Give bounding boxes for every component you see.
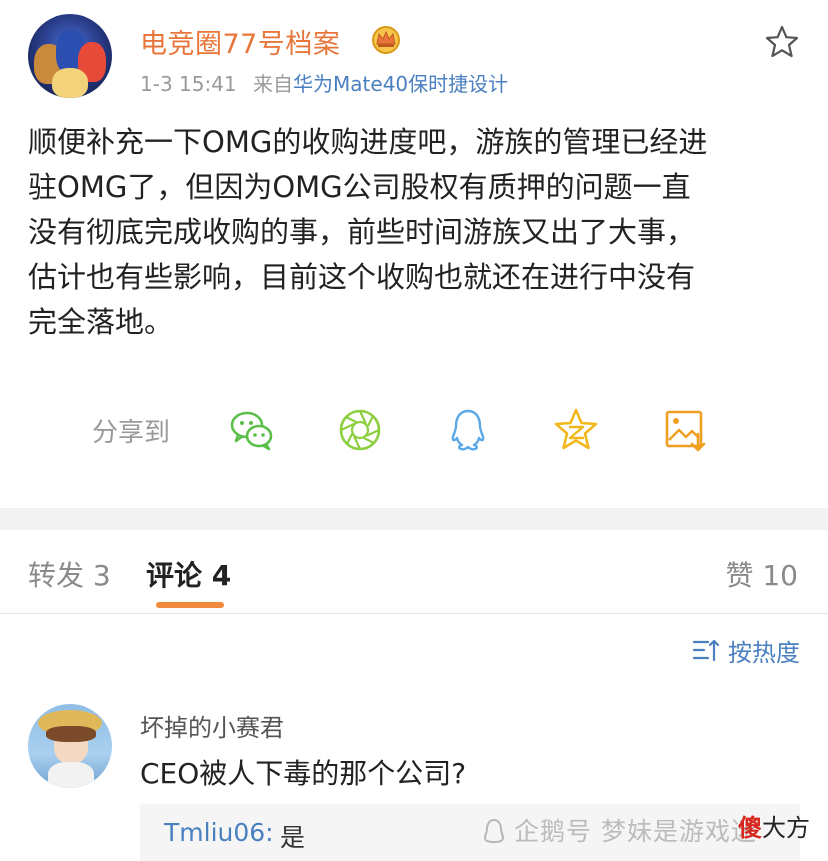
section-divider (0, 508, 828, 530)
corner-logo-black: 大方 (762, 814, 810, 842)
tab-comment[interactable]: 评论 4 (146, 554, 231, 594)
tab-repost[interactable]: 转发 3 (28, 554, 111, 594)
post-header: 电竞圈77号档案 1-3 15:41 来自华为Mate40保时捷设计 (0, 0, 828, 110)
author-avatar[interactable] (28, 14, 112, 98)
post-content-line: 驻OMG了，但因为OMG公司股权有质押的问题一直 (28, 170, 691, 204)
commenter-username[interactable]: 坏掉的小赛君 (140, 708, 284, 743)
sort-label: 按热度 (728, 638, 800, 667)
post-content-line: 顺便补充一下OMG的收购进度吧，游族的管理已经进 (28, 125, 708, 159)
star-favorite-icon[interactable] (764, 24, 800, 60)
sort-icon (692, 639, 720, 662)
save-image-icon[interactable] (662, 406, 710, 454)
penguin-icon (483, 818, 505, 844)
tab-like[interactable]: 赞 10 (725, 554, 798, 594)
corner-logo: 傻大方 (738, 808, 810, 843)
moments-icon[interactable] (336, 406, 384, 454)
post-content-line: 估计也有些影响，目前这个收购也就还在进行中没有 (28, 260, 696, 294)
watermark: 企鹅号 梦妹是游戏迷 (480, 812, 757, 848)
author-username[interactable]: 电竞圈77号档案 (140, 22, 340, 61)
reply-text: 是 (280, 823, 306, 852)
post-time: 1-3 15:41 (140, 72, 237, 96)
interaction-tabs: 转发 3 评论 4 赞 10 (0, 530, 828, 614)
corner-logo-red: 傻 (738, 814, 762, 842)
active-tab-indicator (156, 602, 224, 608)
qq-icon[interactable] (444, 406, 492, 454)
commenter-avatar[interactable] (28, 704, 112, 788)
comment-text: CEO被人下毒的那个公司? (140, 757, 467, 790)
qzone-icon[interactable] (552, 406, 600, 454)
post-content-line: 完全落地。 (28, 305, 174, 339)
post-source[interactable]: 华为Mate40保时捷设计 (293, 72, 508, 96)
watermark-text: 企鹅号 梦妹是游戏迷 (514, 817, 757, 846)
share-row: 分享到 (0, 398, 828, 462)
reply-username[interactable]: Tmliu06: (164, 818, 274, 847)
share-label: 分享到 (92, 418, 171, 448)
wechat-icon[interactable] (228, 406, 276, 454)
crown-icon (372, 26, 400, 54)
post-meta: 1-3 15:41 来自华为Mate40保时捷设计 (140, 68, 508, 97)
post-content-line: 没有彻底完成收购的事，前些时间游族又出了大事， (28, 215, 696, 249)
from-prefix: 来自 (253, 72, 294, 96)
post-content: 顺便补充一下OMG的收购进度吧，游族的管理已经进 驻OMG了，但因为OMG公司股… (28, 120, 808, 345)
sort-toggle[interactable]: 按热度 (692, 634, 800, 667)
